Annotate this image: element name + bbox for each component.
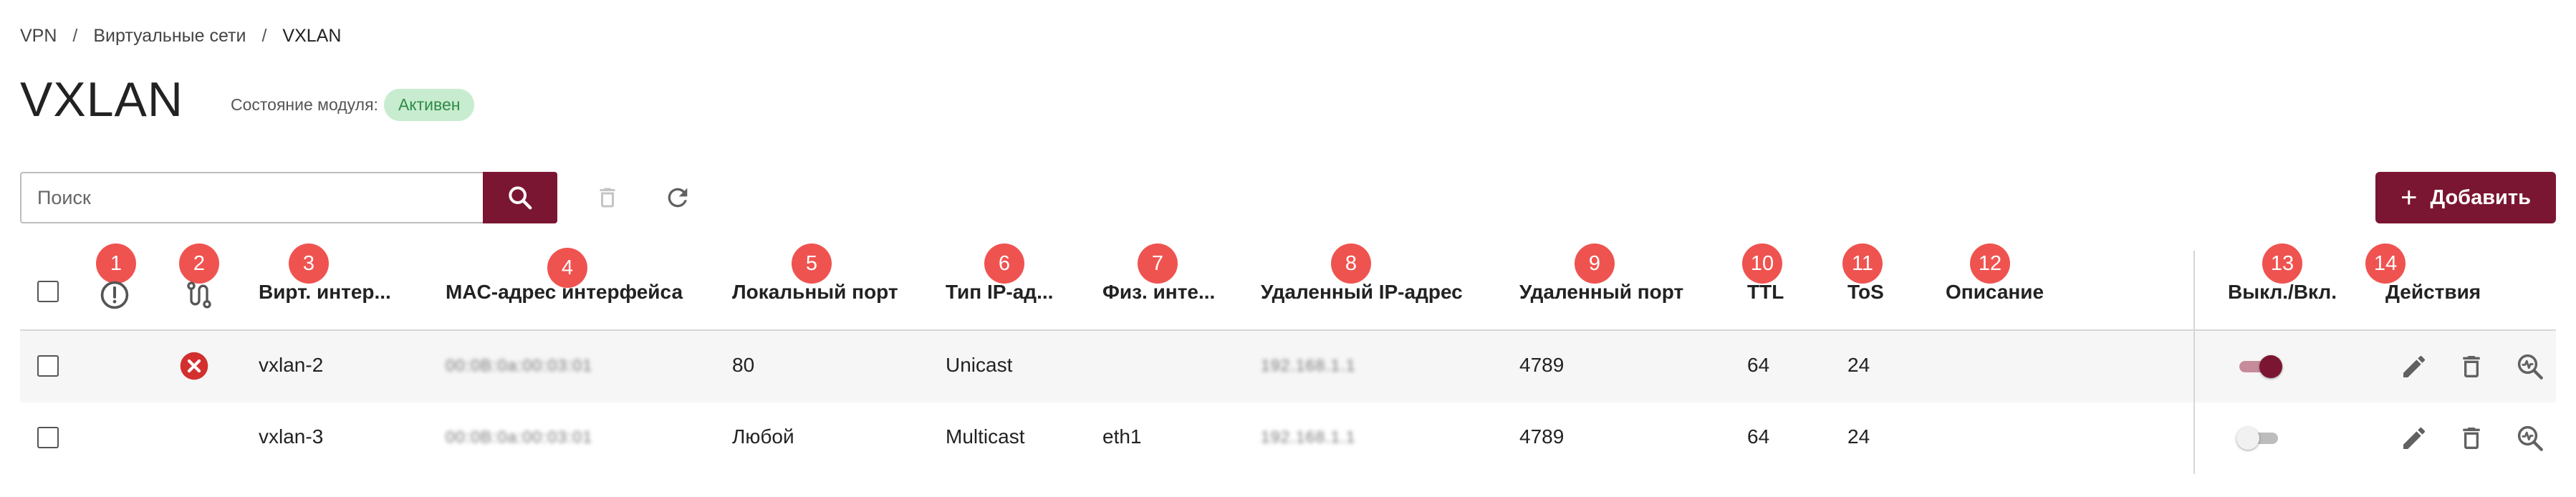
- marker-7: 7: [1138, 243, 1178, 284]
- col-phys-iface[interactable]: Физ. инте...: [1102, 281, 1215, 304]
- table-row[interactable]: vxlan-3 00:0B:0a:00:03:01 Любой Multicas…: [20, 402, 2556, 474]
- row-status: [179, 351, 209, 386]
- delete-row-button[interactable]: [2456, 423, 2487, 454]
- col-mac[interactable]: MAC-адрес интерфейса: [446, 281, 683, 304]
- cell-ttl: 64: [1747, 425, 1770, 448]
- cell-mac: 00:0B:0a:00:03:01: [446, 356, 592, 375]
- marker-8: 8: [1331, 243, 1371, 284]
- monitor-button[interactable]: [2514, 351, 2546, 382]
- marker-14: 14: [2365, 243, 2406, 284]
- marker-2: 2: [179, 243, 219, 284]
- search-box: [20, 172, 484, 223]
- col-ttl[interactable]: TTL: [1747, 281, 1784, 304]
- toggle-thumb: [2259, 355, 2282, 378]
- vxlan-table: 1 2 3 4 5 6 7 8 9 10 11 12 13 14 Вирт. и…: [20, 243, 2556, 474]
- breadcrumb-separator: /: [72, 26, 78, 46]
- cell-remote-port: 4789: [1519, 425, 1565, 448]
- table-header: 1 2 3 4 5 6 7 8 9 10 11 12 13 14 Вирт. и…: [20, 243, 2556, 331]
- delete-selected-button[interactable]: [593, 183, 622, 212]
- marker-10: 10: [1742, 243, 1782, 284]
- breadcrumb-virtual-networks[interactable]: Виртуальные сети: [93, 26, 246, 47]
- marker-3: 3: [289, 243, 329, 284]
- module-state: Состояние модуля: Активен: [231, 88, 475, 121]
- marker-6: 6: [984, 243, 1024, 284]
- cell-tos: 24: [1847, 354, 1870, 376]
- search-icon: [509, 186, 532, 210]
- cell-tos: 24: [1847, 425, 1870, 448]
- trash-icon: [2463, 356, 2480, 377]
- col-remote-ip[interactable]: Удаленный IP-адрес: [1261, 281, 1463, 304]
- col-local-port[interactable]: Локальный порт: [732, 281, 898, 304]
- status-badge: Активен: [383, 88, 475, 121]
- breadcrumb-vpn[interactable]: VPN: [20, 26, 57, 47]
- edit-button[interactable]: [2398, 423, 2430, 454]
- row-checkbox[interactable]: [37, 355, 59, 377]
- col-actions: Действия: [2385, 281, 2481, 303]
- cell-ttl: 64: [1747, 354, 1770, 376]
- marker-12: 12: [1970, 243, 2010, 284]
- select-all-checkbox[interactable]: [37, 281, 59, 302]
- module-state-label: Состояние модуля:: [231, 95, 378, 114]
- cell-virt-iface: vxlan-3: [259, 425, 324, 448]
- cell-ip-type: Unicast: [946, 354, 1013, 376]
- exclamation-circle-icon: [100, 281, 129, 309]
- cell-virt-iface: vxlan-2: [259, 354, 324, 376]
- cell-ip-type: Multicast: [946, 425, 1025, 448]
- col-enabled[interactable]: Выкл./Вкл.: [2228, 281, 2337, 304]
- marker-13: 13: [2262, 243, 2302, 284]
- column-divider: [2193, 251, 2195, 474]
- cell-remote-ip: 192.168.1.1: [1261, 356, 1356, 375]
- delete-row-button[interactable]: [2456, 351, 2487, 382]
- cell-local-port: Любой: [732, 425, 794, 448]
- enabled-toggle[interactable]: [2236, 425, 2282, 450]
- zoom-activity-icon: [2517, 354, 2543, 380]
- cell-mac: 00:0B:0a:00:03:01: [446, 428, 592, 446]
- cell-local-port: 80: [732, 354, 755, 376]
- cell-phys-iface: eth1: [1102, 425, 1142, 448]
- search-input[interactable]: [37, 186, 484, 209]
- enabled-toggle[interactable]: [2236, 354, 2282, 378]
- breadcrumb-current: VXLAN: [282, 26, 342, 46]
- search-button[interactable]: [483, 172, 557, 223]
- add-button[interactable]: + Добавить: [2375, 172, 2556, 223]
- error-circle-icon: [180, 352, 208, 380]
- toolbar: + Добавить: [20, 172, 2556, 223]
- col-virt-iface[interactable]: Вирт. интер...: [259, 281, 391, 304]
- refresh-button[interactable]: [663, 183, 692, 212]
- col-description[interactable]: Описание: [1946, 281, 2044, 304]
- route-column-header[interactable]: [183, 279, 215, 316]
- marker-11: 11: [1842, 243, 1883, 284]
- refresh-icon: [668, 188, 688, 208]
- marker-9: 9: [1575, 243, 1615, 284]
- col-ip-type[interactable]: Тип IP-ад...: [946, 281, 1053, 304]
- col-tos[interactable]: ToS: [1847, 281, 1884, 304]
- plus-icon: +: [2400, 182, 2418, 213]
- breadcrumb: VPN / Виртуальные сети / VXLAN: [20, 26, 341, 47]
- route-icon: [187, 281, 211, 309]
- cell-remote-ip: 192.168.1.1: [1261, 428, 1356, 446]
- table-row[interactable]: vxlan-2 00:0B:0a:00:03:01 80 Unicast 192…: [20, 331, 2556, 402]
- trash-icon: [600, 188, 615, 208]
- title-row: VXLAN Состояние модуля: Активен: [20, 72, 475, 127]
- marker-1: 1: [96, 243, 136, 284]
- pencil-icon: [2403, 427, 2426, 449]
- zoom-activity-icon: [2517, 425, 2543, 451]
- toggle-thumb: [2236, 427, 2259, 450]
- col-remote-port[interactable]: Удаленный порт: [1519, 281, 1683, 304]
- pencil-icon: [2403, 355, 2426, 377]
- row-checkbox[interactable]: [37, 427, 59, 448]
- monitor-button[interactable]: [2514, 423, 2546, 454]
- cell-remote-port: 4789: [1519, 354, 1565, 376]
- marker-5: 5: [792, 243, 832, 284]
- page-title: VXLAN: [20, 72, 183, 127]
- edit-button[interactable]: [2398, 351, 2430, 382]
- status-column-header[interactable]: [99, 279, 130, 316]
- breadcrumb-separator: /: [261, 26, 267, 46]
- add-button-label: Добавить: [2430, 185, 2531, 209]
- trash-icon: [2463, 428, 2480, 449]
